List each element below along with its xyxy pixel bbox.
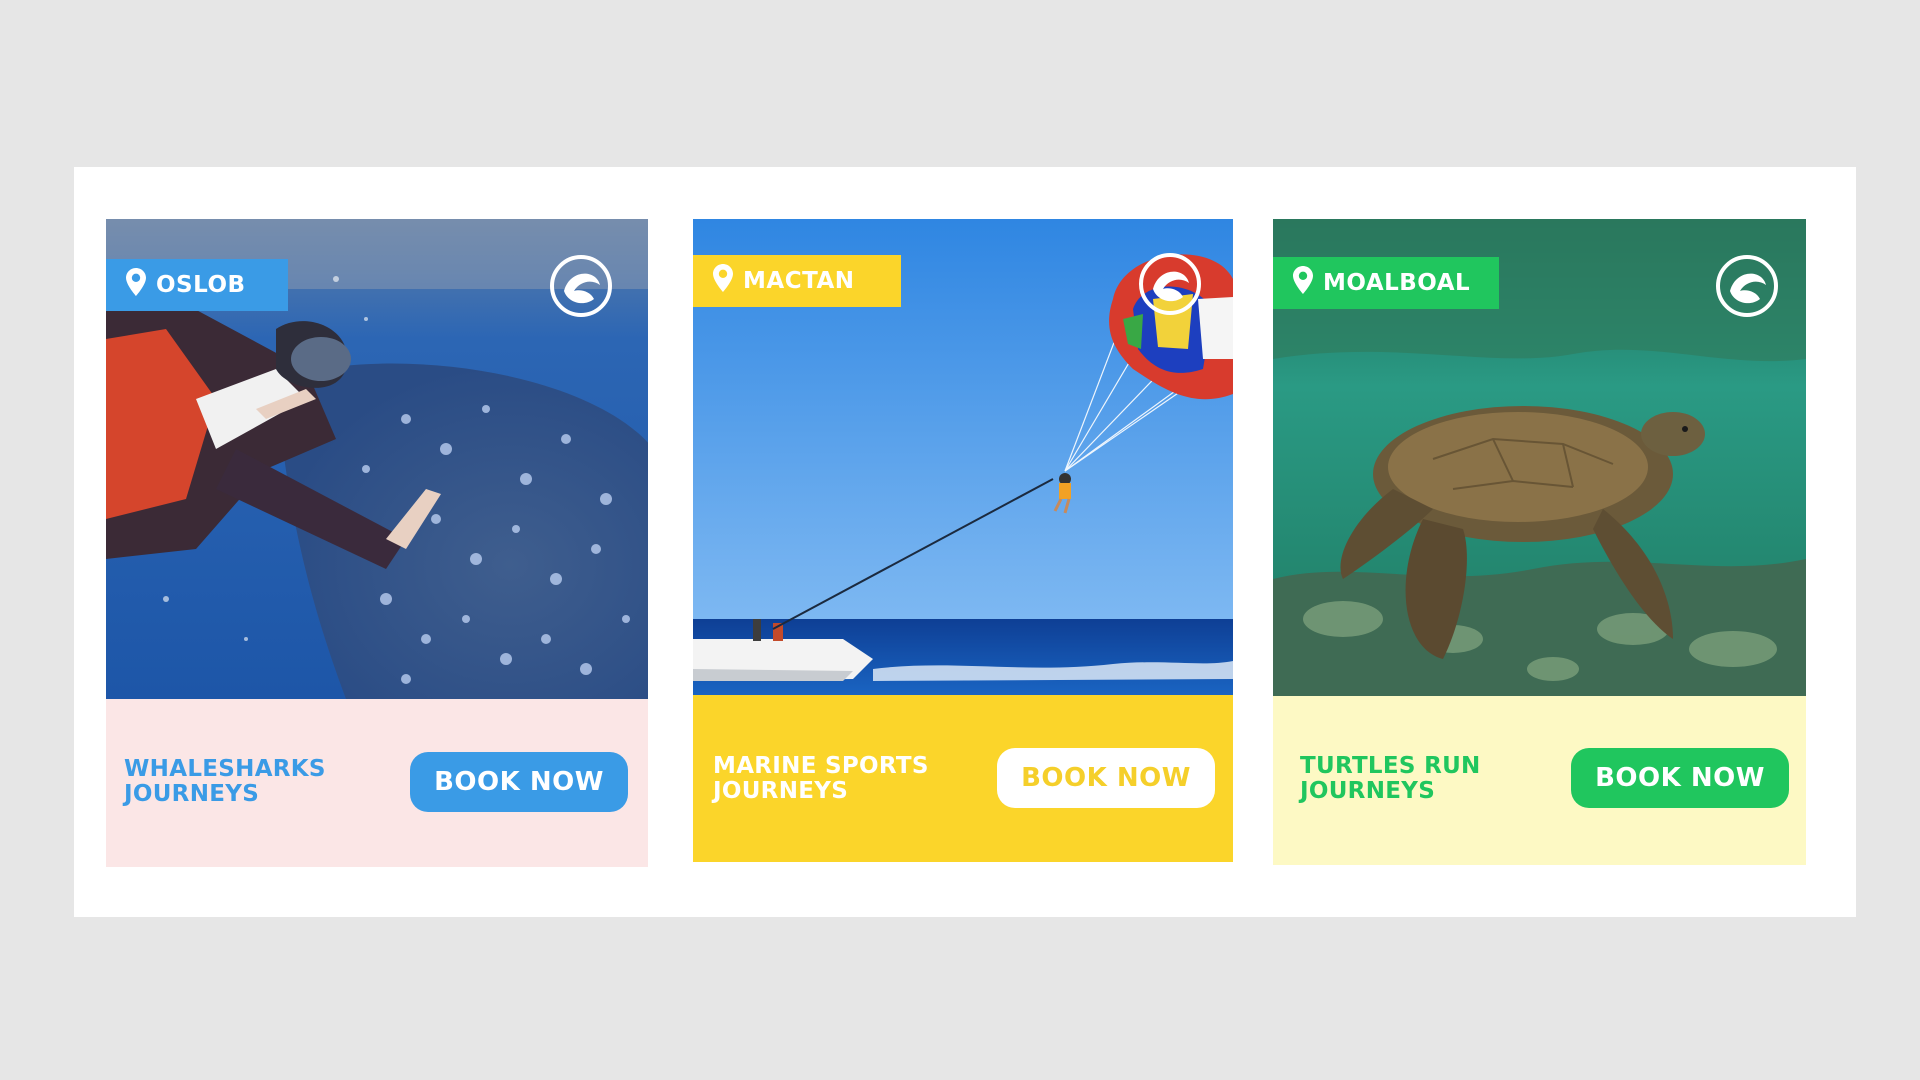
- map-pin-icon: [126, 268, 146, 302]
- card-title: TURTLES RUN JOURNEYS: [1300, 753, 1481, 804]
- book-now-button[interactable]: BOOK NOW: [1571, 748, 1789, 808]
- card-footer: MARINE SPORTS JOURNEYS BOOK NOW: [693, 695, 1233, 862]
- location-label: MOALBOAL: [1323, 270, 1471, 296]
- card-footer: TURTLES RUN JOURNEYS BOOK NOW: [1273, 696, 1806, 865]
- map-pin-icon: [1293, 266, 1313, 300]
- cards-panel: OSLOB WHALESHARKS JOURNEYS BOOK NOW MACT…: [74, 167, 1856, 917]
- tour-card-mactan[interactable]: MACTAN MARINE SPORTS JOURNEYS BOOK NOW: [693, 219, 1233, 862]
- location-label: MACTAN: [743, 268, 855, 294]
- brand-logo-icon: [550, 255, 612, 317]
- card-footer: WHALESHARKS JOURNEYS BOOK NOW: [106, 699, 648, 867]
- brand-logo-icon: [1139, 253, 1201, 315]
- location-tag: MOALBOAL: [1273, 257, 1499, 309]
- book-now-button[interactable]: BOOK NOW: [997, 748, 1215, 808]
- tour-card-oslob[interactable]: OSLOB WHALESHARKS JOURNEYS BOOK NOW: [106, 219, 648, 867]
- map-pin-icon: [713, 264, 733, 298]
- card-title: MARINE SPORTS JOURNEYS: [713, 753, 929, 804]
- location-label: OSLOB: [156, 272, 246, 298]
- location-tag: MACTAN: [693, 255, 901, 307]
- tour-card-moalboal[interactable]: MOALBOAL TURTLES RUN JOURNEYS BOOK NOW: [1273, 219, 1806, 865]
- brand-logo-icon: [1716, 255, 1778, 317]
- book-now-button[interactable]: BOOK NOW: [410, 752, 628, 812]
- card-title: WHALESHARKS JOURNEYS: [124, 756, 326, 807]
- location-tag: OSLOB: [106, 259, 288, 311]
